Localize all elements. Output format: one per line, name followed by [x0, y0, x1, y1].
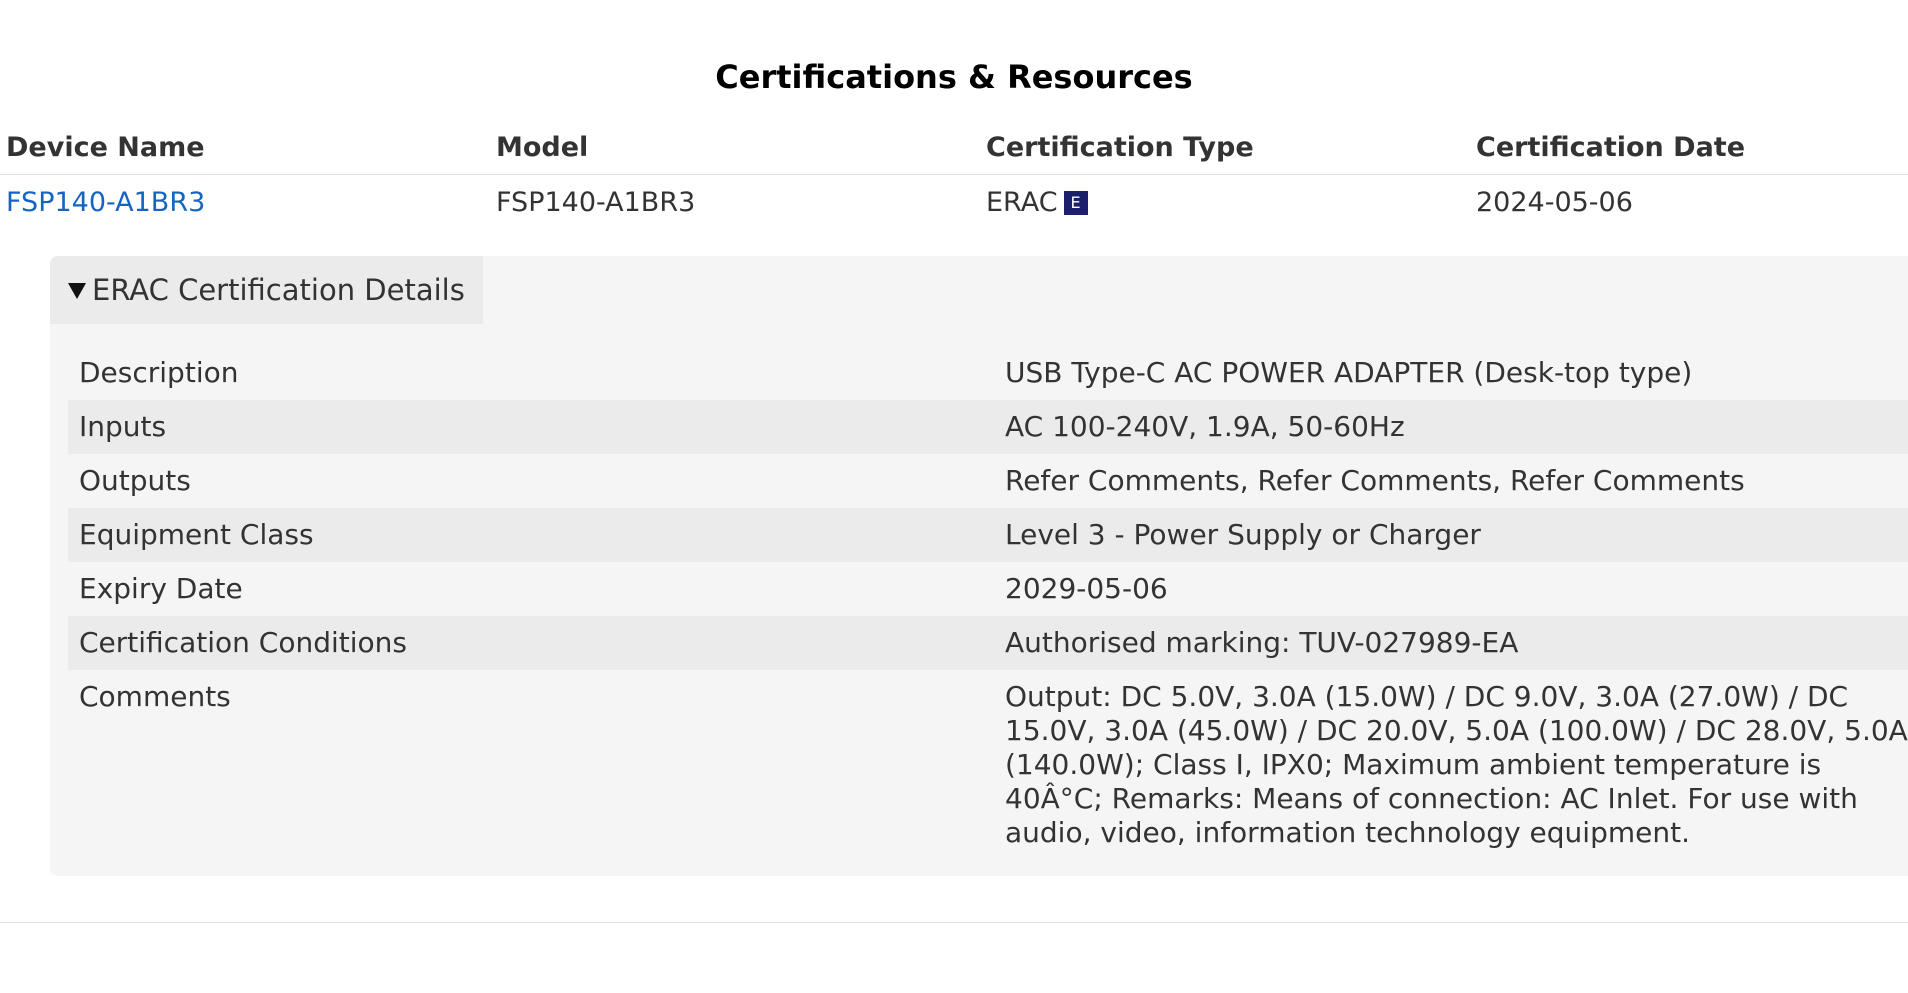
- details-row-certification-conditions: Certification Conditions Authorised mark…: [68, 616, 1908, 670]
- details-value: Authorised marking: TUV-027989-EA: [1005, 626, 1519, 659]
- details-row-expiry-date: Expiry Date 2029-05-06: [68, 562, 1908, 616]
- column-header-certification-type: Certification Type: [986, 131, 1254, 163]
- page: Certifications & Resources Device Name M…: [0, 0, 1908, 993]
- details-value: Level 3 - Power Supply or Charger: [1005, 518, 1481, 551]
- details-row-comments: Comments Output: DC 5.0V, 3.0A (15.0W) /…: [68, 670, 1908, 850]
- certification-date-cell: 2024-05-06: [1476, 186, 1633, 218]
- certification-type-cell: ERAC E: [980, 187, 1470, 218]
- details-row-equipment-class: Equipment Class Level 3 - Power Supply o…: [68, 508, 1908, 562]
- details-summary-toggle[interactable]: ERAC Certification Details: [50, 256, 483, 324]
- triangle-down-icon: [68, 283, 86, 299]
- details-label: Outputs: [79, 464, 191, 497]
- table-row: FSP140-A1BR3 FSP140-A1BR3 ERAC E 2024-05-…: [0, 175, 1908, 229]
- column-header-certification-date: Certification Date: [1476, 131, 1746, 163]
- model-cell: FSP140-A1BR3: [496, 186, 696, 218]
- details-label: Certification Conditions: [79, 626, 407, 659]
- details-table: Description USB Type-C AC POWER ADAPTER …: [68, 346, 1908, 850]
- details-row-description: Description USB Type-C AC POWER ADAPTER …: [68, 346, 1908, 400]
- details-label: Expiry Date: [79, 572, 243, 605]
- details-value: AC 100-240V, 1.9A, 50-60Hz: [1005, 410, 1405, 443]
- details-row-outputs: Outputs Refer Comments, Refer Comments, …: [68, 454, 1908, 508]
- column-header-model: Model: [496, 131, 589, 163]
- certification-type-text: ERAC: [986, 186, 1058, 218]
- details-value: 2029-05-06: [1005, 572, 1168, 605]
- details-value: Output: DC 5.0V, 3.0A (15.0W) / DC 9.0V,…: [1005, 680, 1908, 849]
- erac-badge-icon: E: [1063, 190, 1088, 215]
- page-title: Certifications & Resources: [715, 58, 1193, 96]
- details-label: Comments: [79, 680, 231, 713]
- table-header-row: Device Name Model Certification Type Cer…: [0, 120, 1908, 175]
- section-divider: [0, 922, 1908, 923]
- details-value: Refer Comments, Refer Comments, Refer Co…: [1005, 464, 1745, 497]
- certification-details-panel: ERAC Certification Details Description U…: [50, 256, 1908, 876]
- details-value: USB Type-C AC POWER ADAPTER (Desk-top ty…: [1005, 356, 1693, 389]
- device-name-link[interactable]: FSP140-A1BR3: [6, 187, 205, 218]
- details-row-inputs: Inputs AC 100-240V, 1.9A, 50-60Hz: [68, 400, 1908, 454]
- details-label: Description: [79, 356, 239, 389]
- device-name-cell: FSP140-A1BR3: [0, 187, 490, 218]
- details-label: Equipment Class: [79, 518, 314, 551]
- certifications-table: Device Name Model Certification Type Cer…: [0, 120, 1908, 229]
- column-header-device-name: Device Name: [6, 131, 205, 163]
- details-label: Inputs: [79, 410, 167, 443]
- details-summary-label: ERAC Certification Details: [92, 273, 465, 307]
